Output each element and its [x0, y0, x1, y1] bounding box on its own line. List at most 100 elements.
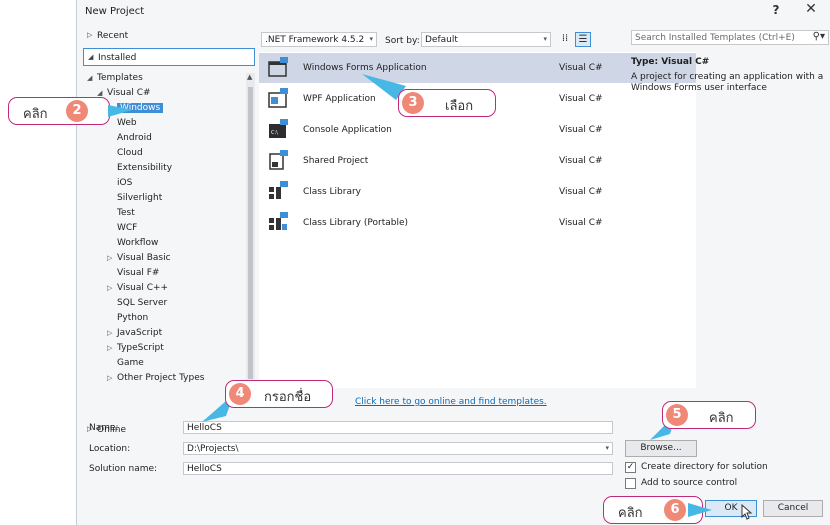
mouse-cursor-icon: [741, 504, 753, 520]
tree-item[interactable]: ▷ Visual Basic: [107, 253, 171, 267]
collapse-arrow-icon: ◢: [88, 53, 94, 61]
new-project-dialog: New Project ? ✕ ▷ Recent ◢ Installed ◢ Te…: [76, 0, 830, 525]
search-icon[interactable]: ⚲▾: [813, 31, 825, 42]
location-value: D:\Projects\: [187, 444, 239, 454]
solution-name-input[interactable]: HelloCS: [183, 462, 613, 475]
tree-item-label: SQL Server: [117, 298, 168, 308]
step2-text: คลิก: [23, 107, 48, 122]
solution-name-value: HelloCS: [187, 464, 222, 474]
search-placeholder: Search Installed Templates (Ctrl+E): [635, 33, 795, 43]
sort-label: Sort by:: [385, 36, 420, 46]
tree-item-label: Python: [117, 313, 149, 323]
mouse-cursor-shape: [741, 504, 753, 520]
tree-item[interactable]: Python: [117, 313, 148, 327]
tree-item-label: JavaScript: [117, 328, 163, 338]
step2-badge: 2: [66, 100, 88, 122]
tree-item[interactable]: Silverlight: [117, 193, 162, 207]
step4-text: กรอกชื่อ: [264, 390, 312, 405]
sort-select[interactable]: Default ▾: [421, 32, 551, 47]
online-templates-link[interactable]: Click here to go online and find templat…: [355, 397, 547, 407]
template-description: A project for creating an application wi…: [631, 72, 824, 93]
installed-node[interactable]: ◢ Installed: [83, 48, 255, 66]
class-library-icon: [267, 181, 289, 203]
tree-item[interactable]: WCF: [117, 223, 137, 237]
tree-item[interactable]: Visual F#: [117, 268, 159, 282]
tree-item[interactable]: Android: [117, 133, 152, 147]
browse-button[interactable]: Browse...: [625, 440, 697, 457]
sort-value: Default: [425, 35, 458, 45]
name-label: Name:: [89, 423, 119, 433]
checkmark-icon: ✓: [626, 462, 635, 472]
template-name: Class Library: [303, 187, 362, 197]
tree-item-label: Game: [117, 358, 144, 368]
tree-scrollbar[interactable]: ▲: [246, 73, 255, 391]
expand-arrow-icon: ▷: [107, 254, 113, 262]
tree-item-label: Workflow: [117, 238, 159, 248]
collapse-arrow-icon: ◢: [87, 74, 93, 82]
tree-item[interactable]: Workflow: [117, 238, 158, 252]
template-row[interactable]: Class Library (Portable) Visual C#: [259, 208, 696, 238]
recent-node[interactable]: ▷ Recent: [83, 27, 255, 45]
tree-item[interactable]: ◢ Templates: [87, 73, 143, 87]
tree-item[interactable]: Game: [117, 358, 144, 372]
step6-arrow-shape: [688, 503, 712, 517]
source-control-checkbox[interactable]: [625, 478, 636, 489]
template-row[interactable]: C:\ Console Application Visual C#: [259, 115, 696, 145]
framework-value: .NET Framework 4.5.2: [265, 35, 365, 45]
tree-item[interactable]: ▷ Visual C++: [107, 283, 168, 297]
tree-item[interactable]: Test: [117, 208, 135, 222]
expand-arrow-icon: ▷: [107, 329, 113, 337]
search-templates-input[interactable]: Search Installed Templates (Ctrl+E) ⚲▾: [631, 30, 829, 45]
dialog-titlebar: New Project ? ✕: [77, 0, 830, 24]
tree-item-label: Other Project Types: [117, 373, 205, 383]
template-category-panel: ▷ Recent ◢ Installed ◢ Templates ◢ Visual C…: [83, 25, 255, 435]
step5-text: คลิก: [709, 411, 734, 426]
template-type: Type: Visual C#: [631, 57, 710, 67]
template-row[interactable]: Class Library Visual C#: [259, 177, 696, 207]
chevron-down-icon: ▾: [605, 444, 609, 452]
framework-select[interactable]: .NET Framework 4.5.2 ▾: [261, 32, 377, 47]
installed-label: Installed: [98, 53, 137, 63]
cancel-button[interactable]: Cancel: [763, 500, 823, 517]
tree-item-label: Extensibility: [117, 163, 173, 173]
step2-arrow-shape: [108, 105, 132, 117]
tree-item[interactable]: Cloud: [117, 148, 143, 162]
tree-item[interactable]: Extensibility: [117, 163, 172, 177]
tree-item-label: Visual F#: [117, 268, 160, 278]
tree-item[interactable]: ▷ JavaScript: [107, 328, 162, 342]
tree-item[interactable]: SQL Server: [117, 298, 167, 312]
scroll-up-icon[interactable]: ▲: [247, 73, 252, 81]
location-select[interactable]: D:\Projects\ ▾: [183, 442, 613, 455]
tree-item[interactable]: ▷ TypeScript: [107, 343, 164, 357]
tree-item-label: Visual C#: [107, 88, 151, 98]
step4-badge: 4: [229, 383, 251, 405]
step5-badge: 5: [666, 404, 688, 426]
chevron-down-icon: ▾: [369, 35, 373, 43]
chevron-down-icon: ▾: [543, 35, 547, 43]
name-input[interactable]: HelloCS: [183, 421, 613, 434]
tree-item-label: Templates: [97, 73, 143, 83]
tree-item-label: Test: [117, 208, 135, 218]
step2-callout: คลิก: [8, 97, 110, 125]
tree-item-label: Silverlight: [117, 193, 163, 203]
template-row[interactable]: Shared Project Visual C#: [259, 146, 696, 176]
step6-badge: 6: [664, 499, 686, 521]
name-value: HelloCS: [187, 423, 222, 433]
tree-item[interactable]: Web: [117, 118, 137, 132]
tree-item[interactable]: ▷ Other Project Types: [107, 373, 204, 387]
template-language: Visual C#: [559, 94, 603, 104]
console-icon: C:\: [267, 119, 289, 141]
collapse-arrow-icon: ◢: [97, 89, 103, 97]
tree-item-label: iOS: [117, 178, 133, 188]
grid-view-icon[interactable]: ⁞⁞: [557, 32, 573, 47]
list-view-icon[interactable]: ☰: [575, 32, 591, 47]
tree-item-label: Visual C++: [117, 283, 169, 293]
close-button[interactable]: ✕: [802, 1, 820, 17]
tree-item[interactable]: iOS: [117, 178, 132, 192]
help-button[interactable]: ?: [769, 3, 783, 17]
tree-item-label: Cloud: [117, 148, 143, 158]
scroll-thumb[interactable]: [248, 87, 253, 379]
create-directory-checkbox[interactable]: ✓: [625, 462, 636, 473]
template-info: Type: Visual C# A project for creating a…: [631, 57, 827, 94]
expand-arrow-icon: ▷: [107, 344, 113, 352]
